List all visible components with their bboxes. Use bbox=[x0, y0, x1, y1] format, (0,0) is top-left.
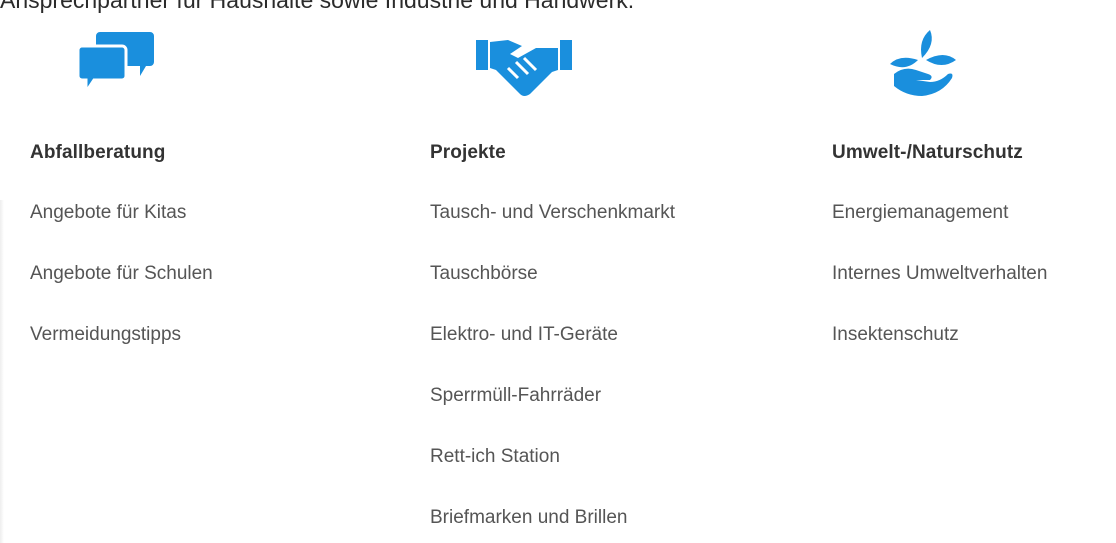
intro-strip: Ansprechpartner für Haushalte sowie Indu… bbox=[0, 0, 1116, 16]
link-angebote-kitas[interactable]: Angebote für Kitas bbox=[30, 202, 186, 223]
link-internes-umweltverhalten[interactable]: Internes Umweltverhalten bbox=[832, 263, 1047, 284]
list-item: Briefmarken und Brillen bbox=[430, 505, 675, 543]
link-elektro-it-geraete[interactable]: Elektro- und IT-Geräte bbox=[430, 324, 618, 345]
link-energiemanagement[interactable]: Energiemanagement bbox=[832, 202, 1008, 223]
link-briefmarken-brillen[interactable]: Briefmarken und Brillen bbox=[430, 507, 627, 528]
link-insektenschutz[interactable]: Insektenschutz bbox=[832, 324, 959, 345]
handshake-icon bbox=[476, 40, 572, 96]
link-vermeidungstipps[interactable]: Vermeidungstipps bbox=[30, 324, 181, 345]
list-item: Angebote für Schulen bbox=[30, 261, 213, 322]
left-edge-shadow bbox=[0, 200, 4, 543]
link-tauschboerse[interactable]: Tauschbörse bbox=[430, 263, 538, 284]
list-item: Elektro- und IT-Geräte bbox=[430, 322, 675, 383]
list-item: Tauschbörse bbox=[430, 261, 675, 322]
page: Ansprechpartner für Haushalte sowie Indu… bbox=[0, 0, 1116, 543]
list-item: Sperrmüll-Fahrräder bbox=[430, 383, 675, 444]
intro-text: Ansprechpartner für Haushalte sowie Indu… bbox=[0, 0, 635, 13]
link-list: Angebote für Kitas Angebote für Schulen … bbox=[30, 200, 213, 383]
column-heading: Projekte bbox=[430, 142, 506, 163]
link-rett-ich-station[interactable]: Rett-ich Station bbox=[430, 446, 560, 467]
list-item: Insektenschutz bbox=[832, 322, 1047, 383]
link-sperrmuell-fahrraeder[interactable]: Sperrmüll-Fahrräder bbox=[430, 385, 601, 406]
link-list: Energiemanagement Internes Umweltverhalt… bbox=[832, 200, 1047, 383]
link-tausch-verschenkmarkt[interactable]: Tausch- und Verschenkmarkt bbox=[430, 202, 675, 223]
link-list: Tausch- und Verschenkmarkt Tauschbörse E… bbox=[430, 200, 675, 543]
link-angebote-schulen[interactable]: Angebote für Schulen bbox=[30, 263, 213, 284]
list-item: Rett-ich Station bbox=[430, 444, 675, 505]
list-item: Tausch- und Verschenkmarkt bbox=[430, 200, 675, 261]
leaf-hand-icon bbox=[890, 30, 956, 96]
list-item: Energiemanagement bbox=[832, 200, 1047, 261]
speech-bubbles-icon bbox=[78, 32, 154, 97]
list-item: Angebote für Kitas bbox=[30, 200, 213, 261]
list-item: Vermeidungstipps bbox=[30, 322, 213, 383]
column-heading: Abfallberatung bbox=[30, 142, 166, 163]
column-heading: Umwelt-/Naturschutz bbox=[832, 142, 1023, 163]
list-item: Internes Umweltverhalten bbox=[832, 261, 1047, 322]
